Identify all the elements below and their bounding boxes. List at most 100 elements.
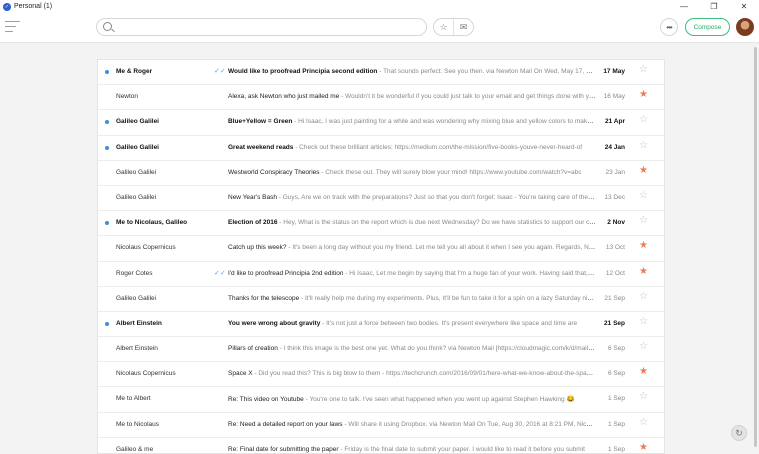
email-summary: Westworld Conspiracy Theories - Check th… [228, 169, 596, 176]
envelope-filter-icon[interactable]: ✉ [454, 19, 473, 35]
email-summary: Re: Need a detailed report on your laws … [228, 421, 596, 428]
email-row[interactable]: Galileo Galilei New Year's Bash - Guys, A… [98, 186, 664, 212]
email-subject: Re: Final date for submitting the paper [228, 445, 339, 453]
star-icon[interactable]: ☆ [639, 316, 648, 327]
email-row[interactable]: Albert Einstein You were wrong about grav… [98, 312, 664, 338]
star-icon[interactable]: ☆ [639, 342, 648, 352]
email-date: 16 May [603, 93, 625, 101]
email-preview: - That sounds perfect. See you then. via… [379, 68, 596, 75]
email-subject: Re: This video on Youtube [228, 396, 304, 404]
search-input[interactable] [117, 21, 417, 33]
search-bar[interactable] [96, 18, 427, 36]
email-row[interactable]: Nicolaus Copernicus Space X - Did you rea… [98, 362, 664, 388]
star-icon[interactable]: ★ [639, 266, 648, 277]
email-date: 21 Sep [604, 294, 625, 302]
email-preview: - Hey, What is the status on the report … [277, 219, 596, 227]
star-filter-icon[interactable]: ☆ [434, 19, 454, 35]
email-date: 23 Jan [605, 168, 625, 176]
star-icon[interactable]: ★ [639, 442, 648, 453]
email-subject: You were wrong about gravity [228, 319, 321, 327]
email-date: 1 Sep [608, 395, 625, 403]
email-summary: Re: This video on Youtube - You're one t… [228, 395, 596, 403]
unread-dot-icon [105, 221, 109, 226]
maximize-icon[interactable]: ❐ [699, 0, 729, 13]
title-bar: ✓ Personal (1) — ❐ ✕ [0, 0, 759, 13]
email-summary: Alexa, ask Newton who just mailed me - W… [228, 93, 596, 100]
email-date: 24 Jan [604, 143, 625, 151]
email-row[interactable]: Galileo & me Re: Final date for submittin… [98, 438, 664, 453]
email-subject: New Year's Bash [228, 193, 277, 201]
star-icon[interactable]: ☆ [639, 417, 648, 428]
email-sender: Albert Einstein [116, 319, 162, 327]
filter-buttons: ☆ ✉ [433, 18, 474, 36]
email-row[interactable]: Me & Roger ✓✓ Would like to proofread Prin… [98, 60, 664, 86]
email-subject: Westworld Conspiracy Theories [228, 168, 320, 176]
star-icon[interactable]: ☆ [639, 291, 648, 302]
scrollbar[interactable] [753, 43, 758, 454]
avatar[interactable] [736, 18, 754, 36]
email-preview: - Hi Isaac, I was just painting for a wh… [292, 118, 596, 126]
email-summary: Would like to proofread Principia second… [228, 68, 596, 75]
star-icon[interactable]: ★ [639, 241, 648, 251]
email-row[interactable]: Roger Cotes ✓✓ I'd like to proofread Princ… [98, 262, 664, 287]
email-row[interactable]: Galileo Galilei Blue+Yellow = Green - Hi … [98, 110, 664, 136]
email-preview: - Wouldn't it be wonderful if you could … [339, 93, 596, 101]
email-date: 17 May [603, 68, 625, 75]
email-row[interactable]: Nicolaus Copernicus Catch up this week? -… [98, 236, 664, 262]
email-preview: - Guys, Are we on track with the prepara… [276, 193, 596, 201]
email-row[interactable]: Me to Albert Re: This video on Youtube - … [98, 387, 664, 413]
star-icon[interactable]: ★ [639, 165, 648, 176]
email-subject: Catch up this week? [228, 244, 287, 252]
compose-button[interactable]: Compose [685, 18, 730, 36]
email-sender: Galileo Galilei [116, 193, 157, 201]
email-sender: Albert Einstein [116, 345, 158, 353]
email-row[interactable]: Albert Einstein Pillars of creation - I t… [98, 337, 664, 363]
star-icon[interactable]: ★ [639, 367, 648, 377]
email-summary: I'd like to proofread Principia 2nd edit… [228, 270, 596, 277]
email-row[interactable]: Galileo Galilei Thanks for the telescope … [98, 287, 664, 312]
email-date: 12 Oct [605, 269, 625, 277]
read-receipt-icon: ✓✓ [214, 68, 226, 75]
email-date: 13 Oct [605, 244, 625, 252]
email-row[interactable]: Me to Nicolaus Re: Need a detailed report… [98, 413, 664, 438]
star-icon[interactable]: ☆ [639, 65, 648, 75]
star-icon[interactable]: ☆ [639, 190, 648, 201]
email-summary: Great weekend reads - Check out these br… [228, 144, 596, 151]
email-sender: Nicolaus Copernicus [116, 370, 176, 378]
email-date: 6 Sep [608, 370, 625, 378]
star-icon[interactable]: ☆ [639, 140, 648, 151]
more-options-button[interactable]: ••• [660, 18, 678, 36]
email-date: 1 Sep [608, 420, 625, 428]
email-sender: Roger Cotes [116, 269, 153, 277]
menu-icon[interactable] [5, 21, 20, 33]
email-date: 21 Sep [604, 319, 625, 327]
email-preview: - You're one to talk. I've seen what hap… [303, 396, 575, 404]
close-icon[interactable]: ✕ [729, 0, 759, 13]
email-sender: Galileo Galilei [116, 294, 157, 302]
email-date: 6 Sep [608, 345, 625, 353]
email-preview: - Check these out. They will surely blow… [319, 168, 582, 176]
email-row[interactable]: Newton Alexa, ask Newton who just mailed … [98, 85, 664, 111]
minimize-icon[interactable]: — [669, 0, 699, 13]
email-sender: Me & Roger [116, 68, 153, 75]
email-sender: Nicolaus Copernicus [116, 244, 176, 252]
email-summary: New Year's Bash - Guys, Are we on track … [228, 194, 596, 201]
email-preview: - Did you read this? This is big blow to… [252, 370, 596, 378]
email-row[interactable]: Galileo Galilei Great weekend reads - Che… [98, 136, 664, 161]
email-summary: Thanks for the telescope - It'll really … [228, 295, 596, 302]
star-icon[interactable]: ☆ [639, 115, 648, 125]
email-date: 1 Sep [608, 445, 625, 453]
email-row[interactable]: Galileo Galilei Westworld Conspiracy Theo… [98, 161, 664, 186]
scrollbar-thumb[interactable] [754, 47, 757, 447]
email-preview: - Check out these brilliant articles: ht… [293, 143, 583, 151]
email-sender: Newton [116, 93, 139, 101]
email-subject: Space X [228, 370, 253, 378]
search-icon [103, 22, 112, 31]
refresh-icon[interactable]: ↻ [731, 425, 747, 441]
star-icon[interactable]: ★ [639, 90, 648, 100]
window-controls: — ❐ ✕ [669, 0, 759, 13]
email-row[interactable]: Me to Nicolaus, Galileo Election of 2016 … [98, 211, 664, 237]
star-icon[interactable]: ☆ [639, 216, 648, 226]
star-icon[interactable]: ☆ [639, 392, 648, 402]
email-subject: Blue+Yellow = Green [228, 118, 293, 126]
